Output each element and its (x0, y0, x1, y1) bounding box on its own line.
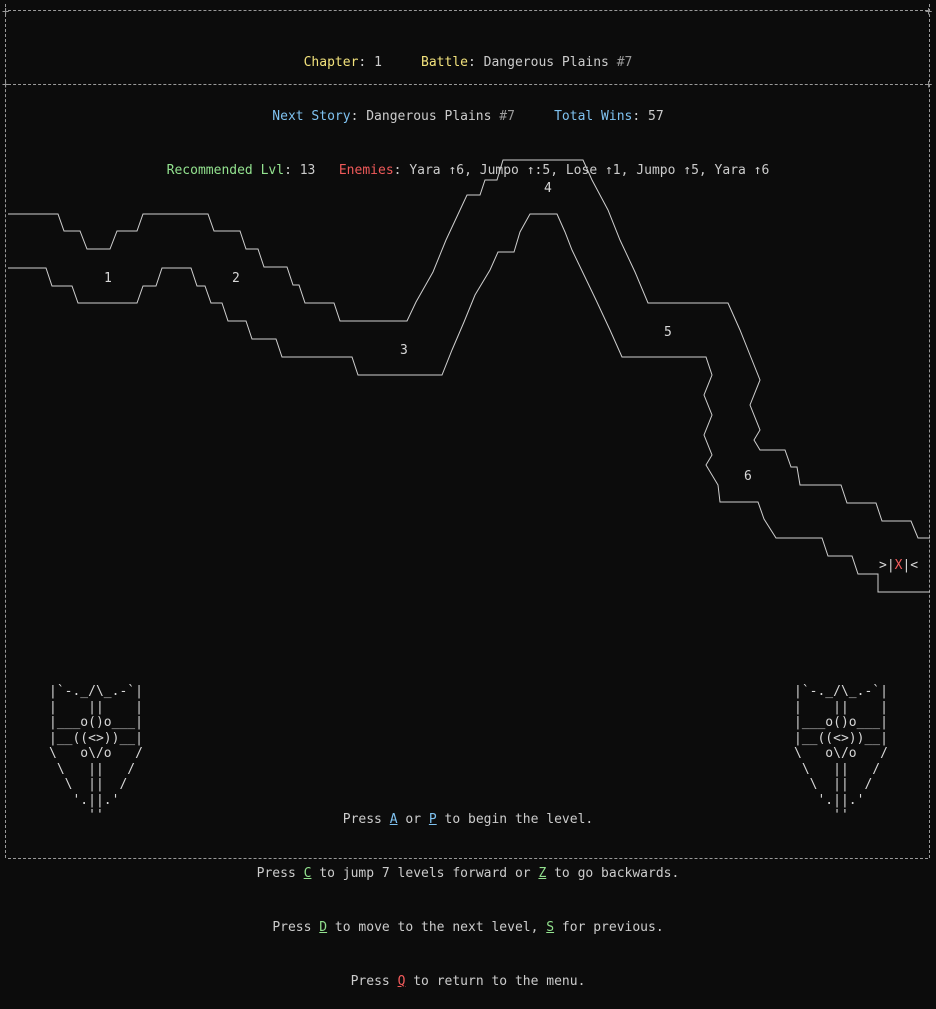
level-marker-4[interactable]: 4 (544, 181, 552, 196)
instruction-text: Press (350, 974, 398, 989)
level-marker-2[interactable]: 2 (232, 271, 240, 286)
marker-left-bracket: >| (879, 558, 895, 573)
instruction-text: to move to the next level, (327, 920, 547, 935)
key-p[interactable]: P (429, 812, 437, 827)
level-marker-5[interactable]: 5 (664, 325, 672, 340)
instruction-text: to begin the level. (436, 812, 594, 827)
key-instructions: Press A or P to begin the level. Press C… (0, 775, 936, 1009)
instruction-line-2: Press C to jump 7 levels forward or Z to… (0, 865, 936, 883)
instruction-text: or (397, 812, 429, 827)
instruction-text: Press (256, 866, 304, 881)
key-z[interactable]: Z (538, 866, 546, 881)
path-lower-edge (8, 213, 930, 593)
instruction-line-3: Press D to move to the next level, S for… (0, 919, 936, 937)
level-marker-3[interactable]: 3 (400, 343, 408, 358)
instruction-text: Press (272, 920, 320, 935)
key-d[interactable]: D (319, 920, 327, 935)
instruction-text: for previous. (554, 920, 664, 935)
instruction-line-1: Press A or P to begin the level. (0, 811, 936, 829)
level-marker-1[interactable]: 1 (104, 271, 112, 286)
current-level-marker[interactable]: >|X|< (879, 558, 918, 573)
instruction-line-4: Press Q to return to the menu. (0, 973, 936, 991)
key-s[interactable]: S (546, 920, 554, 935)
path-upper-edge (8, 159, 930, 539)
key-c[interactable]: C (304, 866, 312, 881)
key-a[interactable]: A (390, 812, 398, 827)
instruction-text: to return to the menu. (405, 974, 586, 989)
instruction-text: to go backwards. (546, 866, 680, 881)
instruction-text: to jump 7 levels forward or (311, 866, 539, 881)
level-marker-6[interactable]: 6 (744, 469, 752, 484)
instruction-text: Press (342, 812, 390, 827)
marker-right-bracket: |< (902, 558, 919, 573)
key-q[interactable]: Q (398, 974, 406, 989)
